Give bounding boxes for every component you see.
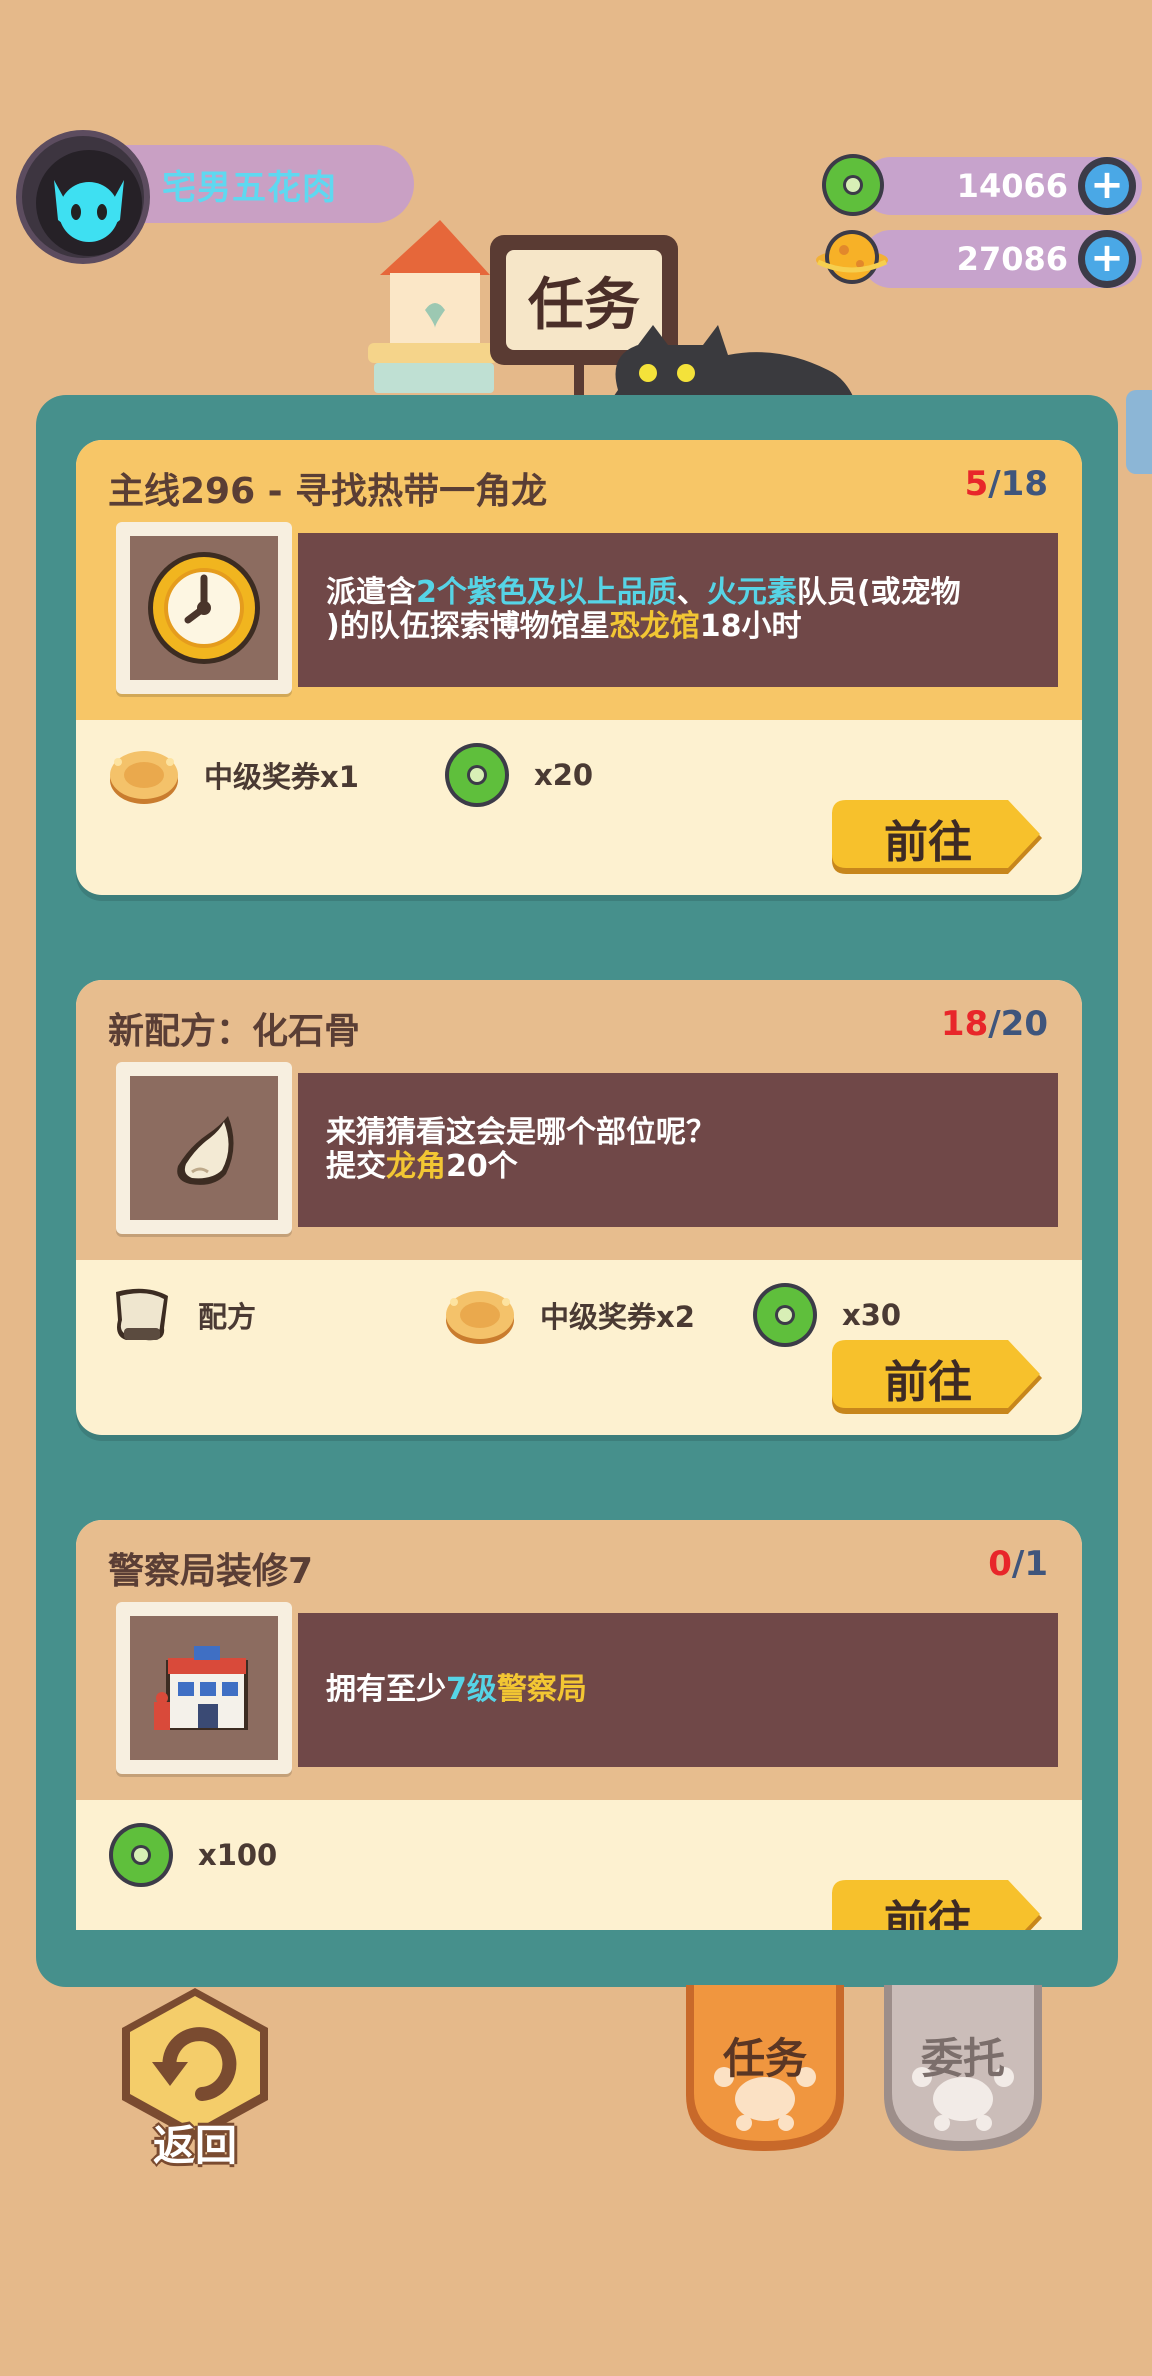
description-segment: 2个紫色及以上品质 (416, 575, 677, 610)
description-segment: 拥有至少 (326, 1672, 446, 1707)
quest-card: 主线296 - 寻找热带一角龙 5/18 派遣含2个紫色及以上品质、火元素队员(… (76, 440, 1082, 895)
tab-quest[interactable]: 任务 (680, 1985, 850, 2155)
progress-current: 0 (988, 1544, 1012, 1584)
reward-label: 配方 (198, 1300, 257, 1334)
back-button-label: 返回 (152, 2121, 237, 2170)
reward-label: x30 (842, 1298, 902, 1332)
quest-icon-frame (116, 1062, 292, 1234)
description-segment: 18小时 (699, 609, 802, 644)
police-station-icon (154, 1646, 248, 1730)
quest-icon-frame (116, 1602, 292, 1774)
donut-icon (109, 1823, 173, 1887)
fossil-bone-icon (177, 1116, 234, 1185)
quest-title: 警察局装修7 (108, 1551, 314, 1592)
reward-label: x20 (534, 758, 594, 792)
plus-icon: + (1085, 164, 1129, 208)
compass-icon (148, 552, 260, 664)
tab-commission-label: 委托 (920, 2034, 1005, 2083)
quest-icon-frame (116, 522, 292, 694)
quest-description: 拥有至少7级警察局 (326, 1613, 1046, 1767)
progress-separator: / (988, 1004, 1001, 1044)
description-segment: 、 (676, 575, 707, 610)
description-segment: 来猜猜看这会是哪个部位呢？ (326, 1115, 716, 1150)
reward-item: x20 (442, 740, 593, 810)
description-segment: 龙角 (386, 1149, 446, 1184)
progress-separator: / (1011, 1544, 1025, 1584)
progress-separator: / (988, 464, 1001, 504)
description-line: )的队伍探索博物馆星恐龙馆18小时 (326, 610, 1046, 644)
back-button[interactable]: 返回 (110, 1982, 280, 2172)
quest-title: 主线296 - 寻找热带一角龙 (108, 471, 548, 512)
description-segment: 火元素 (706, 575, 797, 610)
quest-progress: 0/1 (988, 1544, 1048, 1584)
quest-title: 新配方：化石骨 (108, 1011, 361, 1052)
quest-card: 警察局装修7 0/1 拥有至少7级警察局 x100 前往 (76, 1520, 1082, 1930)
reward-item: 中级奖券x2 (442, 1280, 695, 1350)
add-donut-button[interactable]: + (1078, 157, 1136, 215)
quest-progress: 18/20 (941, 1004, 1048, 1044)
plus-icon: + (1085, 237, 1129, 281)
description-line: 拥有至少7级警察局 (326, 1673, 1046, 1707)
go-button[interactable]: 前往 (828, 1878, 1048, 1930)
description-segment: 20个 (446, 1149, 518, 1184)
reward-item: 中级奖券x1 (106, 740, 359, 810)
quest-description-box: 拥有至少7级警察局 (298, 1613, 1058, 1767)
reward-item: 配方 (106, 1280, 256, 1350)
description-segment: )的队伍探索博物馆星 (326, 609, 610, 644)
go-button-label: 前往 (884, 817, 972, 868)
donut-currency-value: 14066 (956, 167, 1068, 205)
progress-total: 1 (1024, 1544, 1048, 1584)
progress-current: 18 (940, 1004, 989, 1044)
quest-list[interactable]: 主线296 - 寻找热带一角龙 5/18 派遣含2个紫色及以上品质、火元素队员(… (76, 440, 1084, 1930)
quest-progress: 5/18 (965, 464, 1048, 504)
cat-face-icon (54, 180, 124, 242)
reward-label: x100 (198, 1838, 278, 1872)
player-name: 宅男五花肉 (162, 168, 337, 208)
go-button-label: 前往 (884, 1897, 972, 1930)
progress-current: 5 (964, 464, 989, 504)
description-line: 派遣含2个紫色及以上品质、火元素队员(或宠物 (326, 576, 1046, 610)
description-line: 来猜猜看这会是哪个部位呢？ (326, 1116, 1046, 1150)
coin-currency-value: 27086 (956, 240, 1068, 278)
donut-icon (445, 743, 509, 807)
tab-quest-label: 任务 (722, 2034, 807, 2083)
go-button[interactable]: 前往 (828, 798, 1048, 878)
description-segment: 警察局 (496, 1672, 587, 1707)
side-drawer-handle[interactable] (1126, 390, 1152, 474)
reward-item: x100 (106, 1820, 277, 1890)
progress-total: 20 (1000, 1004, 1048, 1044)
quest-description-box: 来猜猜看这会是哪个部位呢？ 提交龙角20个 (298, 1073, 1058, 1227)
description-segment: 提交 (326, 1149, 386, 1184)
go-button[interactable]: 前往 (828, 1338, 1048, 1418)
sign-post (574, 360, 584, 400)
go-button-label: 前往 (884, 1357, 972, 1408)
description-segment: 恐龙馆 (609, 609, 700, 644)
voucher-icon (110, 751, 178, 804)
quest-card: 新配方：化石骨 18/20 来猜猜看这会是哪个部位呢？ 提交龙角20个 配方 中… (76, 980, 1082, 1435)
add-coin-button[interactable]: + (1078, 230, 1136, 288)
reward-label: 中级奖券x1 (204, 760, 359, 794)
quest-description: 派遣含2个紫色及以上品质、火元素队员(或宠物)的队伍探索博物馆星恐龙馆18小时 (326, 533, 1046, 687)
description-segment: 队员(或宠物 (796, 575, 961, 610)
tab-commission[interactable]: 委托 (878, 1985, 1048, 2155)
avatar[interactable] (36, 150, 142, 256)
house-decoration-icon (360, 215, 500, 399)
progress-total: 18 (1000, 464, 1048, 504)
description-segment: 7级 (446, 1672, 497, 1707)
description-line: 提交龙角20个 (326, 1150, 1046, 1184)
quest-description-box: 派遣含2个紫色及以上品质、火元素队员(或宠物)的队伍探索博物馆星恐龙馆18小时 (298, 533, 1058, 687)
reward-label: 中级奖券x2 (540, 1300, 695, 1334)
voucher-icon (446, 1291, 514, 1344)
quest-description: 来猜猜看这会是哪个部位呢？ 提交龙角20个 (326, 1073, 1046, 1227)
description-segment: 派遣含 (326, 575, 416, 610)
donut-icon (753, 1283, 817, 1347)
recipe-icon (116, 1288, 168, 1341)
